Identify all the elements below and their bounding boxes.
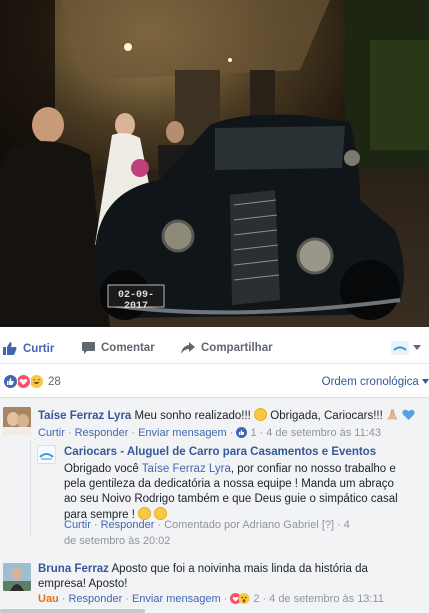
comment-text: Bruna Ferraz Aposto que foi a noivinha m…	[38, 562, 414, 592]
blue-heart-icon	[402, 409, 415, 420]
reaction-count[interactable]: 28	[48, 376, 61, 388]
sort-label: Ordem cronológica	[321, 376, 419, 388]
reply-meta: Curtir · Responder · Comentado por Adriano G…	[64, 519, 350, 547]
post-photo[interactable]: 02-09-2017	[0, 0, 429, 327]
share-button[interactable]: Compartilhar	[181, 342, 273, 354]
praying-hands-icon	[387, 408, 398, 420]
page-avatar[interactable]	[37, 445, 56, 464]
send-message-link[interactable]: Enviar mensagem	[138, 427, 227, 439]
reply-body-part1: Obrigado você	[64, 463, 142, 475]
horizontal-scrollbar[interactable]	[0, 609, 145, 613]
reply-author-link[interactable]: Cariocars - Aluguel de Carro para Casame…	[64, 445, 408, 460]
chevron-down-icon	[422, 379, 429, 384]
share-icon	[181, 342, 195, 354]
comment-text: Taíse Ferraz Lyra Meu sonho realizado!!!…	[38, 408, 426, 424]
comment-reply-link[interactable]: Responder	[75, 427, 129, 439]
comment-label: Comentar	[101, 342, 155, 354]
comment-reaction-link[interactable]: Uau	[38, 593, 59, 605]
comment-button[interactable]: Comentar	[82, 342, 155, 354]
comment-reply-link[interactable]: Responder	[68, 593, 122, 605]
comment-author-link[interactable]: Taíse Ferraz Lyra	[38, 410, 131, 422]
relieved-emoji-icon	[254, 408, 268, 421]
comment-timestamp[interactable]: 4 de setembro às 11:43	[266, 427, 381, 439]
comment-body-part1: Meu sonho realizado!!!	[134, 410, 251, 422]
comment-icon	[82, 342, 95, 354]
reply-thread-line	[30, 440, 31, 536]
reply-like-link[interactable]: Curtir	[64, 519, 91, 531]
mention-link[interactable]: Taíse Ferraz Lyra	[142, 463, 231, 475]
comments-section: Taíse Ferraz Lyra Meu sonho realizado!!!…	[0, 397, 429, 613]
reply-text: Cariocars - Aluguel de Carro para Casame…	[64, 445, 408, 523]
send-message-link[interactable]: Enviar mensagem	[132, 593, 221, 605]
reaction-icons[interactable]	[3, 374, 44, 389]
comment-like-count[interactable]: 1	[250, 427, 256, 439]
comment-body-part2: Obrigada, Cariocars!!!	[270, 410, 383, 422]
like-label: Curtir	[23, 342, 55, 355]
commented-by-label: Comentado por Adriano Gabriel	[164, 519, 319, 531]
wedding-car-image	[0, 0, 429, 327]
comment-meta: Uau · Responder · Enviar mensagem · 2 · 4 de se…	[38, 593, 384, 605]
comment-meta: Curtir · Responder · Enviar mensagem · 1 · 4 de…	[38, 427, 382, 439]
share-label: Compartilhar	[201, 342, 273, 354]
avatar[interactable]	[3, 407, 31, 435]
comment-sort-dropdown[interactable]: Ordem cronológica	[322, 376, 429, 388]
thumbs-up-icon	[3, 342, 17, 355]
chevron-down-icon	[413, 345, 421, 350]
page-selector[interactable]	[391, 341, 421, 355]
comment-timestamp[interactable]: 4 de setembro às 13:11	[269, 593, 384, 605]
haha-reaction-icon	[29, 374, 44, 389]
avatar[interactable]	[3, 563, 31, 591]
reactions-summary: 28 Ordem cronológica	[0, 372, 429, 392]
like-count-icon	[236, 427, 248, 438]
love-reaction-icon	[16, 374, 31, 389]
comment-like-link[interactable]: Curtir	[38, 427, 65, 439]
reply-reply-link[interactable]: Responder	[101, 519, 155, 531]
comment-author-link[interactable]: Bruna Ferraz	[38, 563, 109, 575]
like-button[interactable]: Curtir	[3, 342, 54, 355]
license-plate: 02-09-2017	[117, 290, 154, 312]
help-link[interactable]: [?]	[322, 519, 334, 531]
post-action-bar: Curtir Comentar Compartilhar	[0, 334, 429, 364]
reaction-count-icons	[230, 593, 250, 604]
like-reaction-icon	[3, 374, 18, 389]
page-avatar-icon	[391, 341, 409, 355]
